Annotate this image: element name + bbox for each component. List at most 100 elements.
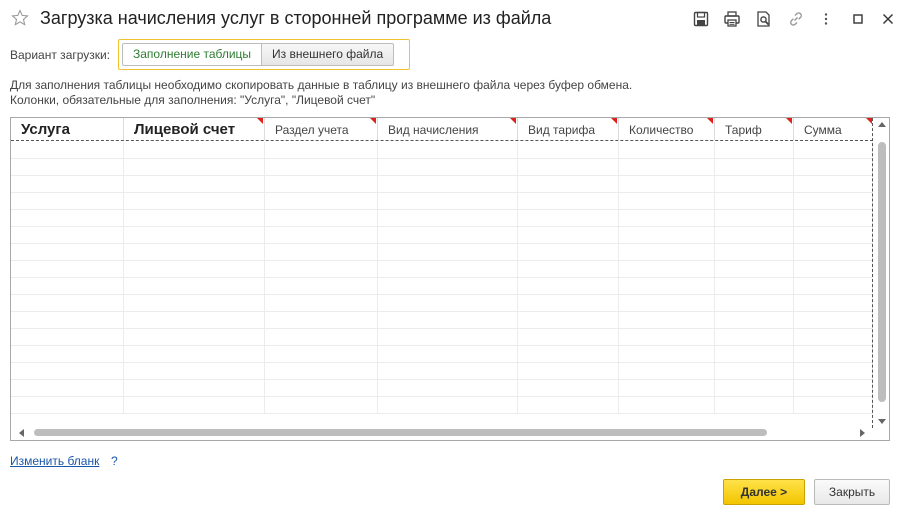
data-table[interactable]: Услуга Лицевой счет Раздел учета Вид нач… (10, 117, 890, 441)
column-header-section[interactable]: Раздел учета (265, 118, 378, 140)
table-cell[interactable] (794, 210, 873, 226)
table-cell[interactable] (11, 244, 124, 260)
table-cell[interactable] (715, 227, 794, 243)
table-cell[interactable] (11, 363, 124, 379)
table-cell[interactable] (265, 244, 378, 260)
table-cell[interactable] (619, 295, 715, 311)
more-icon[interactable] (817, 10, 835, 28)
table-row[interactable] (11, 193, 873, 210)
table-cell[interactable] (518, 397, 619, 413)
table-cell[interactable] (715, 142, 794, 158)
table-cell[interactable] (378, 329, 518, 345)
table-cell[interactable] (518, 142, 619, 158)
table-cell[interactable] (794, 176, 873, 192)
column-header-tariff[interactable]: Тариф (715, 118, 794, 140)
table-cell[interactable] (265, 312, 378, 328)
table-cell[interactable] (715, 278, 794, 294)
table-cell[interactable] (518, 278, 619, 294)
table-row[interactable] (11, 363, 873, 380)
table-cell[interactable] (124, 329, 265, 345)
table-cell[interactable] (378, 397, 518, 413)
help-link[interactable]: ? (111, 454, 118, 468)
table-cell[interactable] (124, 397, 265, 413)
table-cell[interactable] (378, 227, 518, 243)
horizontal-scroll-thumb[interactable] (34, 429, 767, 436)
table-cell[interactable] (265, 193, 378, 209)
table-cell[interactable] (124, 278, 265, 294)
table-cell[interactable] (619, 261, 715, 277)
table-row[interactable] (11, 312, 873, 329)
column-header-tariff-type[interactable]: Вид тарифа (518, 118, 619, 140)
table-cell[interactable] (619, 142, 715, 158)
table-cell[interactable] (518, 210, 619, 226)
table-cell[interactable] (11, 397, 124, 413)
table-cell[interactable] (518, 176, 619, 192)
table-cell[interactable] (265, 159, 378, 175)
table-cell[interactable] (794, 261, 873, 277)
table-cell[interactable] (794, 227, 873, 243)
table-cell[interactable] (518, 295, 619, 311)
table-cell[interactable] (794, 159, 873, 175)
table-cell[interactable] (11, 210, 124, 226)
table-cell[interactable] (619, 193, 715, 209)
table-row[interactable] (11, 295, 873, 312)
table-row[interactable] (11, 210, 873, 227)
close-icon[interactable] (879, 10, 897, 28)
close-button[interactable]: Закрыть (814, 479, 890, 505)
table-cell[interactable] (378, 261, 518, 277)
table-cell[interactable] (265, 363, 378, 379)
table-cell[interactable] (11, 193, 124, 209)
table-cell[interactable] (715, 363, 794, 379)
print-icon[interactable] (723, 10, 741, 28)
table-cell[interactable] (715, 193, 794, 209)
table-cell[interactable] (715, 380, 794, 396)
table-cell[interactable] (518, 227, 619, 243)
table-row[interactable] (11, 159, 873, 176)
table-cell[interactable] (794, 142, 873, 158)
table-cell[interactable] (265, 295, 378, 311)
vertical-scrollbar[interactable] (872, 118, 889, 428)
next-button[interactable]: Далее > (723, 479, 805, 505)
table-cell[interactable] (124, 227, 265, 243)
table-cell[interactable] (715, 295, 794, 311)
table-cell[interactable] (11, 261, 124, 277)
table-cell[interactable] (378, 346, 518, 362)
table-row[interactable] (11, 261, 873, 278)
table-cell[interactable] (794, 397, 873, 413)
table-cell[interactable] (715, 397, 794, 413)
table-row[interactable] (11, 346, 873, 363)
table-cell[interactable] (518, 363, 619, 379)
table-cell[interactable] (715, 312, 794, 328)
table-cell[interactable] (124, 380, 265, 396)
table-row[interactable] (11, 176, 873, 193)
table-row[interactable] (11, 244, 873, 261)
table-cell[interactable] (378, 312, 518, 328)
table-cell[interactable] (794, 346, 873, 362)
vertical-scroll-thumb[interactable] (878, 142, 886, 402)
table-cell[interactable] (265, 329, 378, 345)
table-row[interactable] (11, 380, 873, 397)
table-cell[interactable] (518, 346, 619, 362)
table-cell[interactable] (794, 278, 873, 294)
table-cell[interactable] (794, 295, 873, 311)
table-cell[interactable] (124, 210, 265, 226)
maximize-icon[interactable] (849, 10, 867, 28)
table-cell[interactable] (124, 295, 265, 311)
table-body[interactable] (11, 142, 873, 428)
table-cell[interactable] (378, 142, 518, 158)
table-cell[interactable] (794, 380, 873, 396)
table-cell[interactable] (619, 346, 715, 362)
table-cell[interactable] (265, 397, 378, 413)
preview-icon[interactable] (755, 10, 773, 28)
table-cell[interactable] (619, 363, 715, 379)
variant-option-table[interactable]: Заполнение таблицы (122, 43, 263, 66)
table-cell[interactable] (619, 244, 715, 260)
table-cell[interactable] (378, 176, 518, 192)
horizontal-scrollbar[interactable] (11, 426, 873, 440)
table-row[interactable] (11, 329, 873, 346)
table-cell[interactable] (518, 261, 619, 277)
column-header-sum[interactable]: Сумма (794, 118, 873, 140)
table-cell[interactable] (794, 329, 873, 345)
table-cell[interactable] (265, 210, 378, 226)
table-cell[interactable] (619, 329, 715, 345)
